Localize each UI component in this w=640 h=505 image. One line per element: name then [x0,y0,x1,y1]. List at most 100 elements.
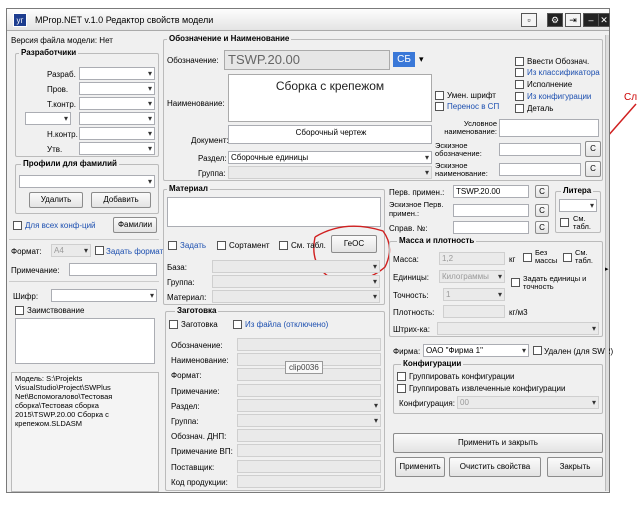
group-select[interactable] [228,166,432,179]
mass-sm-checkbox[interactable] [563,253,572,262]
section-select[interactable]: Сборочные единицы [228,151,432,164]
no-mass-checkbox[interactable] [523,253,532,262]
borrowed-checkbox[interactable] [15,306,24,315]
blank-row-label: Примечание ВП: [171,447,233,457]
pin-icon[interactable]: ⇥ [565,13,581,27]
surnames-button[interactable]: Фамилии [113,217,157,233]
designation-input[interactable]: TSWP.20.00 [224,50,390,70]
density-input[interactable] [443,305,505,318]
litera-sm-checkbox[interactable] [560,218,569,227]
sketch-name-input[interactable] [499,163,581,176]
clear-button[interactable]: Очистить свойства [449,457,541,477]
blank-row-input[interactable] [237,414,381,427]
set-label: Задать [180,241,207,250]
note-input[interactable] [69,263,157,276]
settings-gear-icon[interactable]: ⚙ [547,13,563,27]
borrowed-list[interactable] [15,318,155,364]
sketch-des-input[interactable] [499,143,581,156]
profile-select[interactable] [19,175,155,188]
developer-role-label: Т.контр. [47,100,77,109]
blank-row-input[interactable] [237,338,381,351]
blank-row-input[interactable] [237,429,381,443]
barcode-select[interactable] [437,322,599,335]
sketch-first-c-button[interactable]: С [535,204,549,217]
removed-checkbox[interactable] [533,346,542,355]
from-class-checkbox[interactable] [515,68,524,77]
restore-icon[interactable]: ▫ [521,13,537,27]
side-arrow-icon[interactable]: ▸ [605,265,609,273]
accuracy-select[interactable]: 1 [443,288,505,301]
developer-role-select[interactable] [25,112,71,125]
delete-button[interactable]: Удалить [29,192,83,208]
units-select[interactable]: Килограммы [439,270,505,283]
developer-name-select[interactable] [79,82,155,95]
part-checkbox[interactable] [515,104,524,113]
doc-input[interactable]: Сборочный чертеж [228,125,432,144]
blank-row-label: Код продукции: [171,477,228,487]
blank-row-input[interactable] [237,459,381,473]
format-label: Формат: [11,247,42,256]
material-select[interactable] [212,290,380,303]
group-conf-checkbox[interactable] [397,372,406,381]
firm-select[interactable]: ОАО "Фирма 1" [423,344,529,357]
chevron-down-icon[interactable]: ▾ [419,54,424,65]
apply-button[interactable]: Применить [395,457,445,477]
blank-row-input[interactable] [237,444,381,458]
exec-label: Исполнение [527,80,573,89]
blank-row-input[interactable] [237,474,381,488]
close-icon[interactable]: ✕ [598,13,610,27]
material-title: Материал [167,184,210,193]
developer-role-label: Утв. [47,145,63,154]
cipher-select[interactable] [51,289,157,302]
all-configs-checkbox[interactable] [13,221,22,230]
ref-c-button[interactable]: С [535,221,549,234]
set-format-checkbox[interactable] [95,246,104,255]
blank-row-input[interactable] [237,383,381,397]
sketch-first-input[interactable] [453,204,529,217]
from-conf-checkbox[interactable] [515,92,524,101]
sketch-name-c-button[interactable]: С [585,161,601,177]
name-input[interactable]: Сборка с крепежом [228,74,432,122]
litera-select[interactable] [559,199,597,212]
doc-label: Документ: [191,136,229,145]
sm-tabl-label: См. табл. [291,241,326,250]
minimize-icon[interactable]: – [583,13,599,27]
from-file-checkbox[interactable] [233,320,242,329]
blank-row-input[interactable] [237,398,381,412]
close-button[interactable]: Закрыть [547,457,603,477]
set-units-checkbox[interactable] [511,278,520,287]
sortament-checkbox[interactable] [217,241,226,250]
group-ext-checkbox[interactable] [397,384,406,393]
sb-select[interactable]: СБ [393,52,415,67]
conf-select[interactable]: 00 [457,396,599,409]
developer-name-select[interactable] [79,97,155,110]
set-checkbox[interactable] [168,241,177,250]
transfer-checkbox[interactable] [435,102,444,111]
format-select[interactable]: A4 [51,244,91,257]
enter-des-checkbox[interactable] [515,57,524,66]
designation-title: Обозначение и Наименование [167,34,292,43]
developer-name-select[interactable] [79,112,155,125]
base-select[interactable] [212,260,380,273]
developer-name-select[interactable] [79,142,155,155]
developer-name-select[interactable] [79,127,155,140]
cond-name-input[interactable] [499,119,599,137]
mass-sm-label: См. табл. [575,248,593,265]
blank-checkbox[interactable] [169,320,178,329]
add-button[interactable]: Добавить [91,192,151,208]
small-font-checkbox[interactable] [435,91,444,100]
first-use-c-button[interactable]: С [535,185,549,198]
designation-label: Обозначение: [167,56,219,65]
exec-checkbox[interactable] [515,80,524,89]
mgroup-select[interactable] [212,275,380,288]
sketch-des-c-button[interactable]: С [585,141,601,157]
first-use-input[interactable]: TSWP.20.00 [453,185,529,198]
ref-input[interactable] [453,221,529,234]
file-version-label: Версия файла модели: Нет [11,36,113,45]
developer-name-select[interactable] [79,67,155,80]
sm-tabl-checkbox[interactable] [279,241,288,250]
side-scrollbar[interactable] [605,35,609,491]
mass-input[interactable]: 1,2 [439,252,505,265]
apply-close-button[interactable]: Применить и закрыть [393,433,603,453]
configs-title: Конфигурации [401,359,464,368]
